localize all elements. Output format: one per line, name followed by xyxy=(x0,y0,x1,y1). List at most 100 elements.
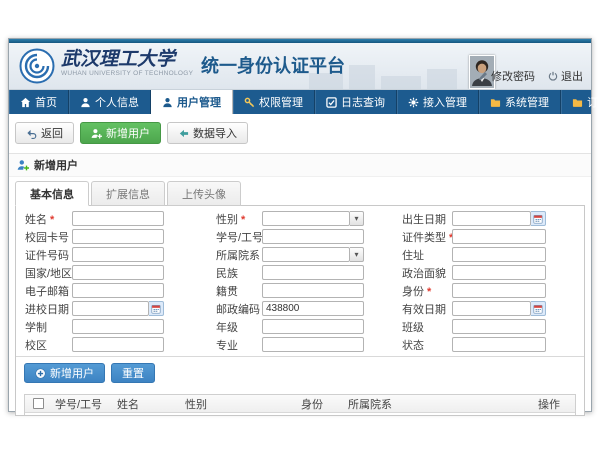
field-label-campus-card: 校园卡号 xyxy=(20,229,72,245)
nav-item-system-mgmt[interactable]: 系统管理 xyxy=(479,90,561,114)
field-label-campus: 校区 xyxy=(20,337,72,353)
calendar-icon[interactable] xyxy=(531,301,546,316)
person-icon xyxy=(162,97,173,108)
field-input-grade[interactable] xyxy=(262,319,364,334)
column-header-gender[interactable]: 性别 xyxy=(181,396,297,412)
reset-button[interactable]: 重置 xyxy=(111,363,155,383)
nav-item-log-query[interactable]: 日志查询 xyxy=(315,90,397,114)
field-input-id-number[interactable] xyxy=(72,247,164,262)
required-asterisk: * xyxy=(427,286,431,298)
form-field-birth-date: 出生日期 xyxy=(402,211,580,226)
home-icon xyxy=(20,97,31,108)
field-label-country-region: 国家/地区 xyxy=(20,265,72,281)
logout-link[interactable]: 退出 xyxy=(548,68,583,84)
app-window: 武汉理工大学 WUHAN UNIVERSITY OF TECHNOLOGY 统一… xyxy=(8,38,592,412)
add-user-button[interactable]: 新增用户 xyxy=(80,122,161,144)
field-input-education-length[interactable] xyxy=(72,319,164,334)
submit-add-user-label: 新增用户 xyxy=(50,365,94,381)
field-label-address: 住址 xyxy=(402,247,452,263)
form-field-campus-card: 校园卡号 xyxy=(20,229,216,244)
field-input-ethnicity[interactable] xyxy=(262,265,364,280)
form-field-address: 住址 xyxy=(402,247,580,262)
column-header-operations[interactable]: 操作 xyxy=(534,396,575,412)
submit-add-user-button[interactable]: 新增用户 xyxy=(24,363,105,383)
select-all-checkbox[interactable] xyxy=(33,398,44,409)
nav-item-profile[interactable]: 个人信息 xyxy=(69,90,151,114)
field-input-class[interactable] xyxy=(452,319,546,334)
calendar-icon[interactable] xyxy=(531,211,546,226)
column-header-identity[interactable]: 身份 xyxy=(297,396,344,412)
field-input-identity[interactable] xyxy=(452,283,546,298)
nav-item-access-mgmt[interactable]: 接入管理 xyxy=(397,90,479,114)
content-area: 返回 新增用户 数据导入 新增用户 基本信息扩展信息上传头像 xyxy=(9,114,591,416)
form-field-campus: 校区 xyxy=(20,337,216,352)
field-input-native-place[interactable] xyxy=(262,283,364,298)
change-password-label: 修改密码 xyxy=(491,68,535,84)
field-input-id-type[interactable] xyxy=(452,229,546,244)
university-logo-icon xyxy=(19,48,55,84)
nav-item-user-mgmt[interactable]: 用户管理 xyxy=(151,90,233,114)
field-input-birth-date[interactable] xyxy=(452,211,531,226)
nav-item-subscription-mgmt[interactable]: 订阅管理 xyxy=(561,90,600,114)
university-name: 武汉理工大学 xyxy=(61,49,193,69)
logout-label: 退出 xyxy=(561,68,583,84)
form-grid: 姓名*性别*▾出生日期校园卡号学号/工号*证件类型*证件号码*所属院系▾住址国家… xyxy=(16,206,584,352)
skyline-decoration xyxy=(381,76,421,89)
field-label-grade: 年级 xyxy=(216,319,262,335)
dropdown-arrow-icon[interactable]: ▾ xyxy=(350,211,364,226)
field-input-campus-card[interactable] xyxy=(72,229,164,244)
section-bar: 新增用户 xyxy=(9,153,591,177)
field-label-postal-code: 邮政编码 xyxy=(216,301,262,317)
change-password-link[interactable]: 修改密码 xyxy=(478,68,535,84)
field-input-postal-code[interactable] xyxy=(262,301,364,316)
field-input-political-status[interactable] xyxy=(452,265,546,280)
column-header-name[interactable]: 姓名 xyxy=(113,396,181,412)
field-input-status[interactable] xyxy=(452,337,546,352)
field-input-country-region[interactable] xyxy=(72,265,164,280)
nav-item-label: 订阅管理 xyxy=(587,94,600,110)
column-header-student-id[interactable]: 学号/工号 xyxy=(51,396,113,412)
tab-basic-info[interactable]: 基本信息 xyxy=(15,181,89,206)
table-empty-body xyxy=(25,413,575,416)
nav-item-label: 系统管理 xyxy=(505,94,549,110)
nav-item-label: 用户管理 xyxy=(177,94,221,110)
form-field-status: 状态 xyxy=(402,337,580,352)
add-user-button-label: 新增用户 xyxy=(106,125,150,141)
form-field-id-type: 证件类型* xyxy=(402,229,580,244)
tab-extended-info[interactable]: 扩展信息 xyxy=(91,181,165,206)
field-input-major[interactable] xyxy=(262,337,364,352)
power-icon xyxy=(548,71,558,81)
form-field-ethnicity: 民族 xyxy=(216,265,402,280)
field-input-name[interactable] xyxy=(72,211,164,226)
field-label-political-status: 政治面貌 xyxy=(402,265,452,281)
nav-item-home[interactable]: 首页 xyxy=(9,90,69,114)
nav-item-label: 接入管理 xyxy=(423,94,467,110)
field-input-email[interactable] xyxy=(72,283,164,298)
calendar-icon[interactable] xyxy=(149,301,164,316)
toolbar: 返回 新增用户 数据导入 xyxy=(9,114,591,144)
university-name-block: 武汉理工大学 WUHAN UNIVERSITY OF TECHNOLOGY xyxy=(61,49,193,77)
data-import-button[interactable]: 数据导入 xyxy=(167,122,248,144)
form-field-major: 专业 xyxy=(216,337,402,352)
field-input-department[interactable] xyxy=(262,247,350,262)
back-button[interactable]: 返回 xyxy=(15,122,74,144)
tab-upload-avatar[interactable]: 上传头像 xyxy=(167,181,241,206)
column-header-department[interactable]: 所属院系 xyxy=(344,396,534,412)
field-input-valid-date[interactable] xyxy=(452,301,531,316)
field-label-major: 专业 xyxy=(216,337,262,353)
pencil-icon xyxy=(478,71,488,81)
folder-icon xyxy=(490,97,501,108)
data-import-button-label: 数据导入 xyxy=(193,125,237,141)
field-input-address[interactable] xyxy=(452,247,546,262)
nav-item-label: 首页 xyxy=(35,94,57,110)
field-input-gender[interactable] xyxy=(262,211,350,226)
form-field-student-id: 学号/工号* xyxy=(216,229,402,244)
field-input-enroll-date[interactable] xyxy=(72,301,149,316)
form-field-identity: 身份* xyxy=(402,283,580,298)
dropdown-arrow-icon[interactable]: ▾ xyxy=(350,247,364,262)
field-input-student-id[interactable] xyxy=(262,229,364,244)
field-label-id-type: 证件类型* xyxy=(402,229,452,245)
field-input-campus[interactable] xyxy=(72,337,164,352)
form-field-country-region: 国家/地区 xyxy=(20,265,216,280)
nav-item-permission-mgmt[interactable]: 权限管理 xyxy=(233,90,315,114)
